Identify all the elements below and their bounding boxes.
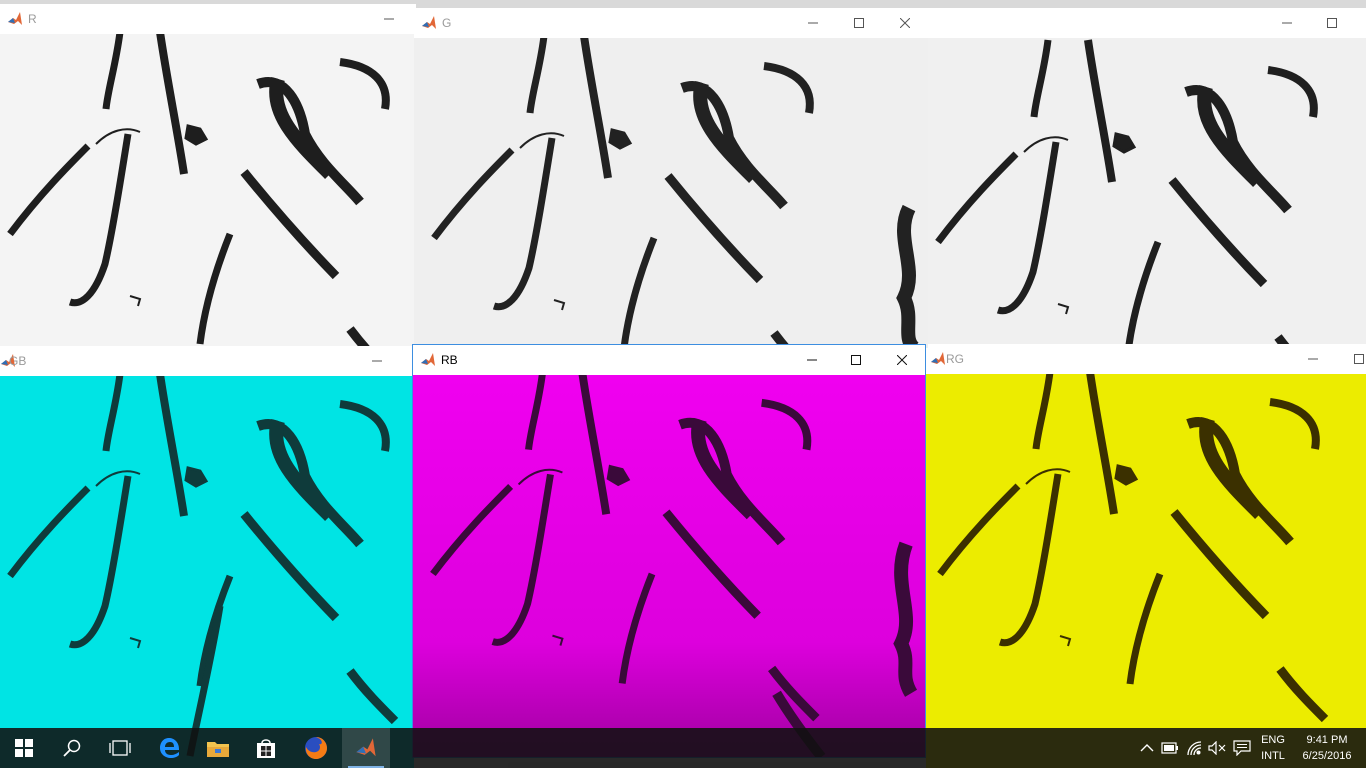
- window-title: R: [28, 12, 37, 26]
- clock[interactable]: 9:41 PM 6/25/2016: [1292, 731, 1362, 765]
- file-explorer-button[interactable]: [194, 728, 242, 768]
- window-title: RB: [441, 353, 458, 367]
- windows-start-icon: [15, 739, 33, 757]
- minimize-button[interactable]: [789, 345, 835, 375]
- firefox-button[interactable]: [292, 728, 340, 768]
- title-bar[interactable]: RG: [926, 344, 1366, 374]
- title-bar[interactable]: [928, 8, 1366, 38]
- minimize-icon: [808, 22, 818, 24]
- volume-button[interactable]: [1208, 739, 1226, 757]
- window-title: RG: [946, 352, 964, 366]
- close-icon: [900, 18, 910, 28]
- matlab-icon: [421, 353, 435, 366]
- close-button[interactable]: [879, 345, 925, 375]
- maximize-icon: [854, 18, 864, 28]
- maximize-icon: [851, 355, 861, 365]
- notifications-icon: [1233, 740, 1251, 756]
- task-view-icon: [109, 740, 131, 756]
- window-title: G: [442, 16, 452, 30]
- edge-button[interactable]: [146, 728, 194, 768]
- task-view-button[interactable]: [96, 728, 144, 768]
- figure-window-g[interactable]: G: [414, 8, 928, 348]
- minimize-button[interactable]: [790, 8, 836, 38]
- file-explorer-icon: [207, 742, 229, 757]
- volume-muted-icon: [1208, 741, 1226, 755]
- window-title: GB: [9, 354, 27, 368]
- close-icon: [897, 355, 907, 365]
- show-hidden-icons-button[interactable]: [1138, 739, 1156, 757]
- edge-icon: [160, 738, 179, 758]
- minimize-button[interactable]: [366, 4, 412, 34]
- chevron-up-icon: [1140, 744, 1154, 752]
- minimize-icon: [372, 360, 382, 362]
- minimize-icon: [1308, 358, 1318, 360]
- minimize-icon: [807, 359, 817, 361]
- image-display: [413, 375, 925, 757]
- maximize-icon: [1327, 18, 1337, 28]
- image-display: [928, 38, 1366, 348]
- matlab-icon: [356, 738, 376, 757]
- action-center-button[interactable]: [1233, 739, 1251, 757]
- title-bar[interactable]: R: [0, 4, 416, 34]
- image-display: [926, 374, 1366, 768]
- matlab-button[interactable]: [342, 728, 390, 768]
- minimize-icon: [1282, 22, 1292, 24]
- maximize-button[interactable]: [833, 345, 879, 375]
- image-display: [0, 34, 416, 348]
- image-display: [414, 38, 928, 348]
- wifi-icon: [1187, 741, 1202, 756]
- figure-window-gb[interactable]: GB: [0, 346, 414, 768]
- maximize-button[interactable]: [1336, 344, 1366, 374]
- battery-button[interactable]: [1161, 739, 1179, 757]
- figure-window-b[interactable]: [928, 8, 1366, 348]
- store-icon: [257, 739, 275, 758]
- network-button[interactable]: [1186, 739, 1204, 757]
- language-label: ENG: [1261, 734, 1285, 746]
- minimize-button[interactable]: [354, 346, 400, 376]
- clock-date: 6/25/2016: [1302, 750, 1352, 762]
- start-button[interactable]: [0, 728, 48, 768]
- taskbar: ENG INTL 9:41 PM 6/25/2016: [0, 728, 1366, 768]
- minimize-button[interactable]: [1290, 344, 1336, 374]
- figure-window-rg[interactable]: RG: [926, 344, 1366, 768]
- close-button[interactable]: [882, 8, 928, 38]
- minimize-icon: [384, 18, 394, 20]
- title-bar[interactable]: RB: [413, 345, 925, 375]
- matlab-icon: [422, 16, 436, 29]
- matlab-icon: [931, 352, 945, 365]
- search-icon: [63, 739, 81, 757]
- clock-time: 9:41 PM: [1306, 734, 1348, 746]
- maximize-button[interactable]: [836, 8, 882, 38]
- maximize-button[interactable]: [1309, 8, 1355, 38]
- figure-window-rb[interactable]: RB: [412, 344, 926, 758]
- image-display: [0, 376, 414, 768]
- firefox-icon: [305, 737, 327, 759]
- language-indicator[interactable]: ENG INTL: [1256, 731, 1290, 765]
- search-button[interactable]: [48, 728, 96, 768]
- minimize-button[interactable]: [1264, 8, 1310, 38]
- title-bar[interactable]: GB: [0, 346, 414, 376]
- matlab-icon: [8, 12, 22, 25]
- title-bar[interactable]: G: [414, 8, 928, 38]
- store-button[interactable]: [242, 728, 290, 768]
- figure-window-r[interactable]: R: [0, 4, 416, 348]
- keyboard-layout-label: INTL: [1261, 750, 1285, 762]
- battery-icon: [1161, 742, 1178, 754]
- maximize-icon: [1354, 354, 1364, 364]
